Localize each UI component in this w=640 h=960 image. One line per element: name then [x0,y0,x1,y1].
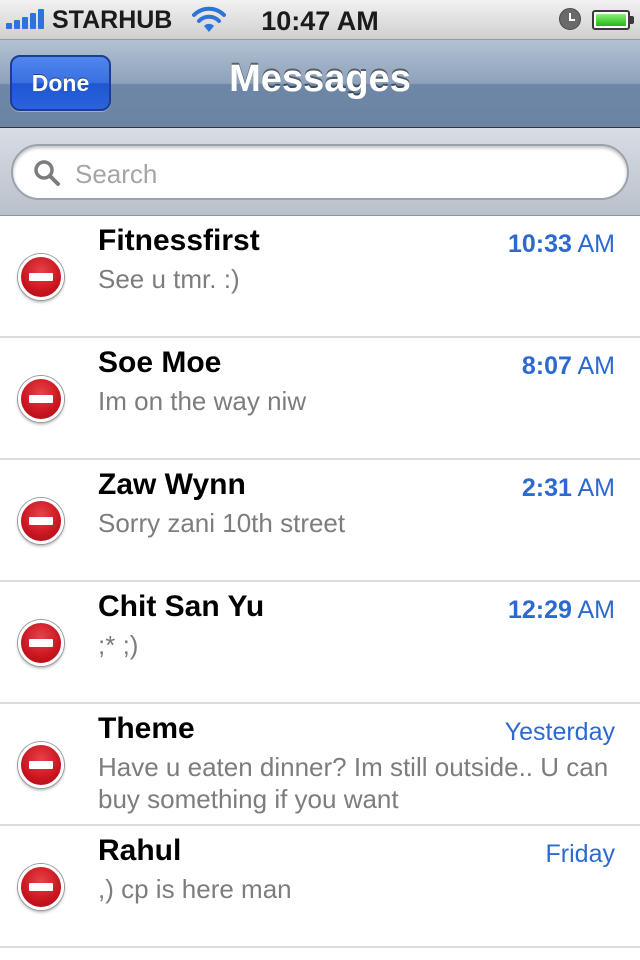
list-item[interactable]: Fitnessfirst See u tmr. :) 10:33 AM [0,216,640,338]
message-preview: Im on the way niw [98,386,307,416]
battery-icon [592,10,634,30]
navigation-bar: Done Messages [0,40,640,128]
delete-minus-icon[interactable] [18,620,64,666]
list-item[interactable]: Soe Moe Im on the way niw 8:07 AM [0,338,640,460]
list-item[interactable]: Rahul ,) cp is here man Friday [0,826,640,948]
delete-minus-icon[interactable] [18,742,64,788]
search-input[interactable]: Search [11,144,629,200]
message-time: Friday [545,840,615,868]
message-preview: Have u eaten dinner? Im still outside.. … [98,752,609,814]
list-item[interactable]: Chit San Yu ;* ;) 12:29 AM [0,582,640,704]
delete-minus-icon[interactable] [18,376,64,422]
message-time: 12:29 AM [507,596,615,624]
status-bar: STARHUB 10:47 AM [0,0,640,40]
list-item[interactable]: Theme Have u eaten dinner? Im still outs… [0,704,640,826]
message-time: 10:33 AM [507,230,615,258]
page-title: Messages [229,58,411,100]
delete-minus-icon[interactable] [18,498,64,544]
search-bar: Search [0,128,640,216]
message-sender: Theme [98,712,195,745]
message-time: 8:07 AM [521,352,615,380]
message-sender: Fitnessfirst [98,224,260,257]
clock-icon [559,8,581,30]
delete-minus-icon[interactable] [18,254,64,300]
message-sender: Zaw Wynn [98,468,246,501]
message-sender: Soe Moe [98,346,222,379]
message-sender: Chit San Yu [98,590,265,623]
status-time: 10:47 AM [261,6,379,36]
message-list: Fitnessfirst See u tmr. :) 10:33 AM Soe … [0,216,640,948]
message-preview: See u tmr. :) [98,264,240,294]
delete-minus-icon[interactable] [18,864,64,910]
message-sender: Rahul [98,834,182,867]
message-preview: Sorry zani 10th street [98,508,346,538]
message-preview: ,) cp is here man [98,874,292,904]
message-time: Yesterday [504,718,615,746]
search-placeholder: Search [75,159,158,189]
search-icon [34,160,60,186]
list-item[interactable]: Zaw Wynn Sorry zani 10th street 2:31 AM [0,460,640,582]
message-preview: ;* ;) [98,630,139,660]
message-time: 2:31 AM [521,474,615,502]
